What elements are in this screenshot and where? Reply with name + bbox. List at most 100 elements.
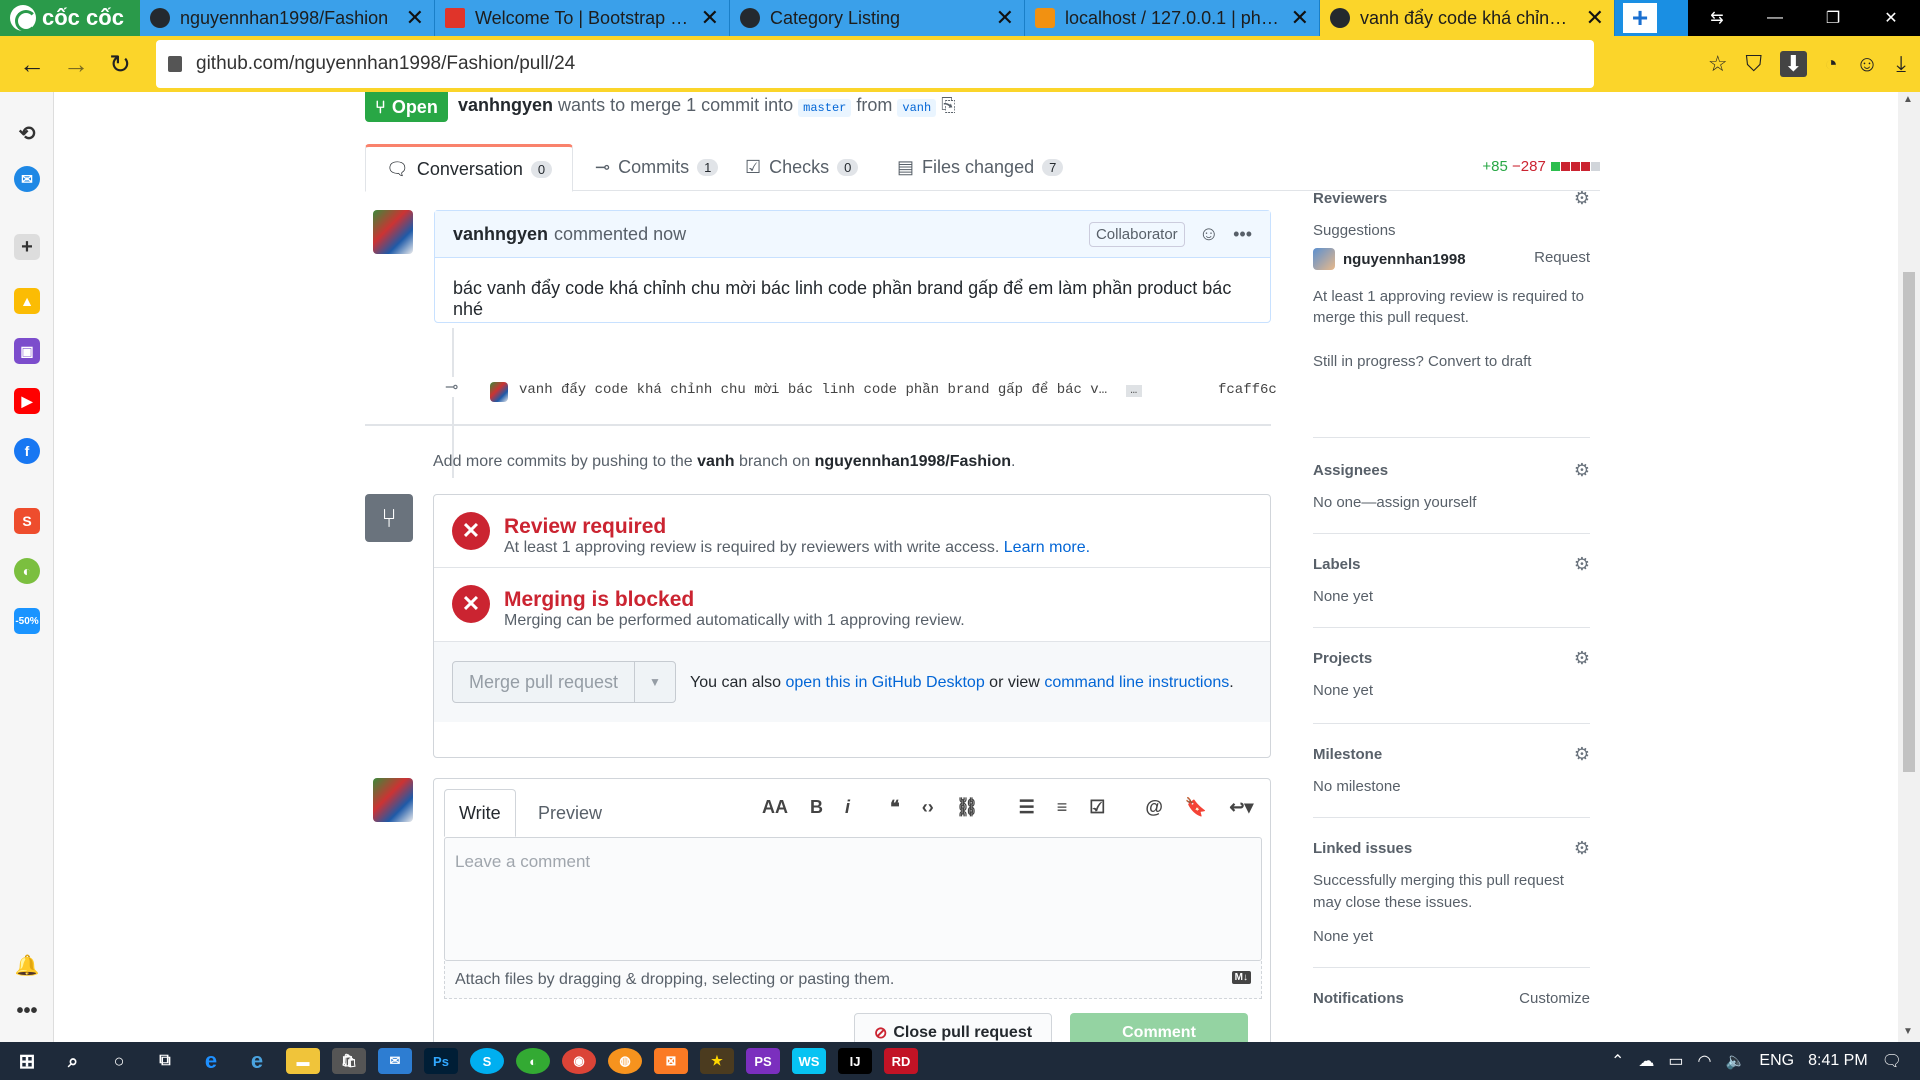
webstorm-icon[interactable]: WS — [792, 1048, 826, 1074]
ie-icon[interactable]: e — [240, 1048, 274, 1074]
comment-time[interactable]: commented now — [554, 224, 686, 245]
commit-sha[interactable]: fcaff6c — [1218, 382, 1277, 398]
close-icon[interactable]: ✕ — [996, 5, 1014, 31]
gear-icon[interactable]: ⚙ — [1574, 460, 1590, 481]
task-view-icon[interactable]: ⧉ — [148, 1048, 182, 1074]
facebook-icon[interactable]: f — [14, 438, 40, 464]
gear-icon[interactable]: ⚙ — [1574, 188, 1590, 209]
markdown-icon[interactable]: M↓ — [1231, 971, 1251, 984]
tab-write[interactable]: Write — [444, 789, 516, 837]
edge-icon[interactable]: e — [194, 1048, 228, 1074]
kebab-icon[interactable]: ••• — [1233, 224, 1252, 245]
xampp-icon[interactable]: ⊠ — [654, 1048, 688, 1074]
close-pull-request-button[interactable]: ⊘ Close pull request — [854, 1013, 1052, 1042]
comment-author[interactable]: vanhngyen — [453, 224, 548, 245]
tab-conversation[interactable]: 🗨 Conversation 0 — [365, 144, 574, 192]
star-icon[interactable]: ☆ — [1708, 51, 1728, 77]
avatar[interactable] — [373, 210, 413, 254]
messenger-icon[interactable]: ✉ — [14, 166, 40, 192]
browser-tab-2[interactable]: Welcome To | Bootstrap Base ✕ — [435, 0, 730, 36]
volume-icon[interactable]: 🔈 — [1726, 1051, 1746, 1071]
bold-icon[interactable]: B — [810, 797, 823, 818]
chrome-icon[interactable]: ◉ — [562, 1048, 596, 1074]
avatar[interactable] — [373, 778, 413, 822]
head-branch[interactable]: vanh — [897, 99, 937, 117]
close-window-icon[interactable]: ✕ — [1862, 8, 1920, 28]
mail-icon[interactable]: ✉ — [378, 1048, 412, 1074]
milestone-title[interactable]: Milestone — [1313, 746, 1382, 763]
add-icon[interactable]: + — [14, 234, 40, 260]
merge-pull-request-button[interactable]: Merge pull request ▼ — [452, 661, 676, 703]
tiki-icon[interactable]: -50% — [14, 608, 40, 634]
cortana-icon[interactable]: ○ — [102, 1048, 136, 1074]
youtube-icon[interactable]: ▶ — [14, 388, 40, 414]
tab-checks[interactable]: ☑ Checks 0 — [745, 144, 859, 191]
forward-icon[interactable]: → — [54, 49, 98, 80]
coccoc-taskbar-icon[interactable]: ◐ — [516, 1048, 550, 1074]
bullet-list-icon[interactable]: ☰ — [1019, 797, 1035, 818]
rider-icon[interactable]: RD — [884, 1048, 918, 1074]
windows-start-icon[interactable]: ⊞ — [10, 1048, 44, 1074]
tab-search-icon[interactable]: ⇆ — [1688, 8, 1746, 28]
bell-icon[interactable]: 🔔 — [14, 952, 40, 978]
close-icon[interactable]: ✕ — [1291, 5, 1309, 31]
commit-message[interactable]: vanh đẩy code khá chỉnh chu mời bác linh… — [519, 382, 1107, 398]
comment-button[interactable]: Comment — [1070, 1013, 1248, 1042]
clock[interactable]: 8:41 PM — [1808, 1052, 1868, 1070]
language-indicator[interactable]: ENG — [1759, 1052, 1794, 1070]
assignees-value[interactable]: No one—assign yourself — [1313, 494, 1476, 511]
firefox-icon[interactable]: ◍ — [608, 1048, 642, 1074]
drive-icon[interactable]: ▲ — [14, 288, 40, 314]
close-icon[interactable]: ✕ — [701, 5, 719, 31]
coccoc-logo[interactable]: cốc cốc — [0, 0, 140, 36]
avatar[interactable] — [1313, 248, 1335, 270]
browser-tab-5[interactable]: vanh đẩy code khá chỉnh chu ✕ — [1320, 0, 1615, 36]
tab-preview[interactable]: Preview — [524, 789, 616, 837]
commit-row[interactable]: vanh đẩy code khá chỉnh chu mời bác linh… — [519, 382, 1143, 398]
scroll-up-icon[interactable]: ▲ — [1903, 94, 1913, 105]
close-icon[interactable]: ✕ — [406, 5, 424, 31]
chevron-down-icon[interactable]: ▼ — [635, 675, 675, 689]
link-icon[interactable]: ⛓ — [956, 797, 979, 818]
base-branch[interactable]: master — [798, 99, 852, 117]
download-icon[interactable]: ⬇ — [1780, 51, 1807, 77]
hint-repo[interactable]: nguyennhan1998/Fashion — [815, 453, 1011, 470]
mention-icon[interactable]: @ — [1145, 797, 1163, 818]
comment-textarea[interactable]: Leave a comment — [444, 837, 1262, 961]
reviewer-username[interactable]: nguyennhan1998 — [1343, 251, 1466, 268]
more-icon[interactable]: ••• — [14, 998, 40, 1024]
vertical-scrollbar[interactable]: ▲ ▼ — [1898, 92, 1920, 1042]
close-icon[interactable]: ✕ — [1586, 5, 1604, 31]
profile-avatar-icon[interactable]: ☺ — [1856, 51, 1878, 77]
pr-author[interactable]: vanhngyen — [458, 95, 553, 115]
download-arrow-icon[interactable]: ⤓ — [1896, 51, 1906, 77]
linked-issues-title[interactable]: Linked issues — [1313, 840, 1412, 857]
copy-icon[interactable]: ⎘ — [941, 95, 955, 115]
numbered-list-icon[interactable]: ≡ — [1057, 797, 1068, 818]
phpstorm-icon[interactable]: PS — [746, 1048, 780, 1074]
chevron-up-icon[interactable]: ⌃ — [1611, 1051, 1624, 1071]
intellij-icon[interactable]: IJ — [838, 1048, 872, 1074]
bookmark-icon[interactable]: 🔖 — [1185, 797, 1207, 818]
reload-icon[interactable]: ↻ — [98, 49, 142, 80]
shield-icon[interactable]: ⛉ — [1746, 51, 1763, 77]
code-icon[interactable]: ‹› — [922, 797, 934, 818]
wifi-icon[interactable]: ◠ — [1698, 1051, 1712, 1071]
onedrive-icon[interactable]: ☁ — [1638, 1051, 1654, 1071]
reply-icon[interactable]: ↩▾ — [1229, 797, 1253, 818]
avatar[interactable] — [490, 382, 508, 402]
back-icon[interactable]: ← — [10, 49, 54, 80]
browser-tab-4[interactable]: localhost / 127.0.0.1 | phpMy ✕ — [1025, 0, 1320, 36]
browser-tab-1[interactable]: nguyennhan1998/Fashion ✕ — [140, 0, 435, 36]
scrollbar-thumb[interactable] — [1903, 272, 1915, 772]
minimize-icon[interactable]: — — [1746, 9, 1804, 27]
italic-icon[interactable]: i — [845, 797, 850, 818]
photoshop-icon[interactable]: Ps — [424, 1048, 458, 1074]
learn-more-link[interactable]: Learn more. — [1004, 539, 1090, 556]
request-review-link[interactable]: Request — [1534, 249, 1590, 266]
attach-files-area[interactable]: Attach files by dragging & dropping, sel… — [444, 961, 1262, 999]
scroll-down-icon[interactable]: ▼ — [1903, 1026, 1913, 1037]
search-icon[interactable]: ⌕ — [56, 1048, 90, 1074]
tab-commits[interactable]: ⊸ Commits 1 — [595, 144, 719, 191]
new-tab-button[interactable]: + — [1623, 2, 1657, 33]
